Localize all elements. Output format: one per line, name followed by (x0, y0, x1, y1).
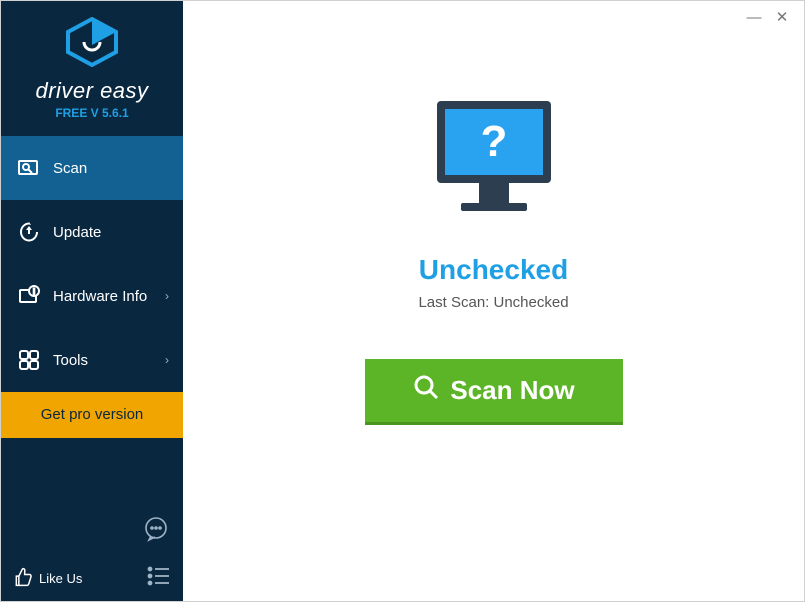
brand-name: driver easy (1, 78, 183, 104)
app-window: driver easy FREE V 5.6.1 Scan (1, 1, 804, 601)
brand-logo-icon (64, 17, 120, 72)
feedback-icon[interactable] (143, 516, 169, 547)
sidebar-item-label: Tools (53, 352, 88, 369)
status-title: Unchecked (419, 254, 568, 286)
sidebar-item-label: Update (53, 224, 101, 241)
logo-area: driver easy FREE V 5.6.1 (1, 1, 183, 130)
nav: Scan Update i (1, 136, 183, 392)
close-icon: ✕ (776, 8, 789, 26)
minimize-icon: — (747, 9, 762, 26)
svg-text:?: ? (480, 117, 507, 166)
sidebar-item-scan[interactable]: Scan (1, 136, 183, 200)
scan-icon (17, 156, 41, 180)
like-us-button[interactable]: Like Us (13, 567, 82, 590)
sidebar-item-tools[interactable]: Tools › (1, 328, 183, 392)
brand-version: FREE V 5.6.1 (1, 106, 183, 120)
monitor-icon: ? (419, 91, 569, 236)
chevron-right-icon: › (165, 353, 169, 367)
sidebar-item-hardware-info[interactable]: i Hardware Info › (1, 264, 183, 328)
pro-label: Get pro version (41, 406, 144, 423)
thumbs-up-icon (13, 567, 33, 590)
chevron-right-icon: › (165, 289, 169, 303)
search-icon (412, 373, 440, 408)
status-subtitle: Last Scan: Unchecked (418, 294, 568, 311)
hardware-icon: i (17, 284, 41, 308)
update-icon (17, 220, 41, 244)
status-area: ? Unchecked Last Scan: Unchecked (418, 91, 568, 311)
tools-icon (17, 348, 41, 372)
scan-now-button[interactable]: Scan Now (365, 359, 623, 425)
close-button[interactable]: ✕ (770, 7, 794, 27)
main-content: — ✕ ? Unchecked Last Scan: Unchecked (183, 1, 804, 601)
scan-button-label: Scan Now (450, 375, 574, 406)
like-us-label: Like Us (39, 571, 82, 586)
titlebar: — ✕ (732, 1, 804, 33)
menu-list-icon[interactable] (147, 566, 171, 591)
sidebar: driver easy FREE V 5.6.1 Scan (1, 1, 183, 601)
sidebar-item-label: Scan (53, 160, 87, 177)
sidebar-item-update[interactable]: Update (1, 200, 183, 264)
minimize-button[interactable]: — (742, 7, 766, 27)
get-pro-button[interactable]: Get pro version (1, 392, 183, 438)
sidebar-item-label: Hardware Info (53, 288, 147, 305)
sidebar-bottom: Like Us (1, 558, 183, 601)
